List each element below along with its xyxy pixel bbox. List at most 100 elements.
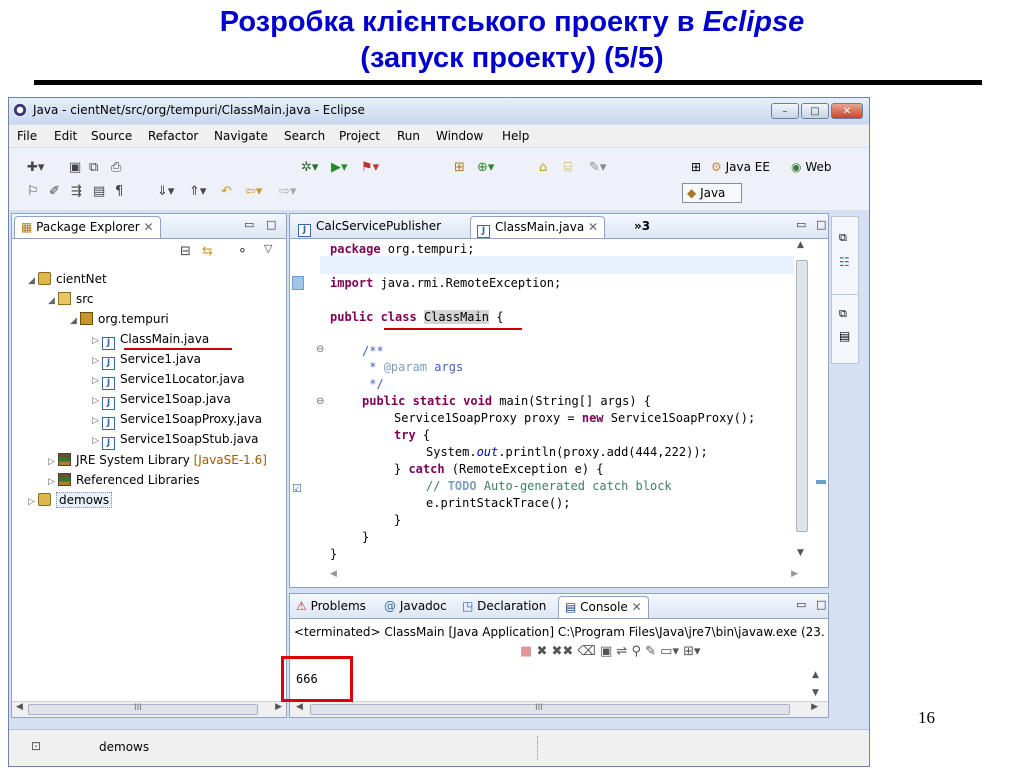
code-line[interactable]: } bbox=[362, 530, 369, 544]
remove-all-launches-icon[interactable]: ✖✖ bbox=[551, 644, 573, 659]
remove-launch-icon[interactable]: ✖ bbox=[536, 644, 547, 659]
code-line[interactable]: package org.tempuri; bbox=[330, 242, 475, 256]
editor-vscroll[interactable]: ▲ ▼ bbox=[794, 240, 810, 560]
new-icon[interactable]: ✚▾ bbox=[27, 160, 44, 175]
forward-icon[interactable]: ⇨▾ bbox=[279, 184, 296, 199]
perspective-java[interactable]: ◆ Java bbox=[682, 183, 742, 203]
tree-item[interactable]: ▷ demows bbox=[28, 492, 113, 508]
scroll-thumb[interactable]: III bbox=[310, 703, 790, 715]
tree-item[interactable]: ◢ src bbox=[48, 292, 94, 306]
tab-calcservicepublisher[interactable]: J CalcServicePublisher bbox=[292, 216, 447, 238]
code-line[interactable]: } catch (RemoteException e) { bbox=[394, 462, 604, 476]
view-menu-icon[interactable]: ▽ bbox=[264, 242, 272, 255]
show-stdout-icon[interactable]: ✎ bbox=[645, 644, 656, 659]
maximize-button[interactable]: □ bbox=[801, 103, 829, 119]
minimize-view-icon[interactable]: ▭ bbox=[244, 218, 254, 231]
code-line[interactable]: Service1SoapProxy proxy = new Service1So… bbox=[394, 411, 755, 425]
scroll-left-icon[interactable]: ◀ bbox=[296, 702, 303, 712]
code-line[interactable]: public class ClassMain { bbox=[330, 310, 503, 324]
ruler-marker[interactable] bbox=[816, 480, 826, 484]
new-class-icon[interactable]: ⊕▾ bbox=[477, 160, 494, 175]
tab-javadoc[interactable]: @ Javadoc bbox=[378, 596, 453, 618]
close-button[interactable]: ✕ bbox=[831, 103, 863, 119]
package-explorer-hscroll[interactable]: ◀ III ▶ bbox=[12, 701, 286, 717]
save-icon[interactable]: ▣ bbox=[69, 160, 81, 175]
code-line[interactable]: System.out.println(proxy.add(444,222)); bbox=[426, 445, 708, 459]
menu-window[interactable]: Window bbox=[436, 129, 483, 143]
code-line[interactable]: e.printStackTrace(); bbox=[426, 496, 571, 510]
outline-icon[interactable]: ☷ bbox=[839, 255, 850, 269]
task-list-icon[interactable]: ▤ bbox=[839, 329, 850, 343]
tab-classmain[interactable]: J ClassMain.java ✕ bbox=[470, 216, 606, 238]
tree-item[interactable]: ▷ JRE System Library [JavaSE-1.6] bbox=[48, 453, 267, 467]
back-icon[interactable]: ⇦▾ bbox=[245, 184, 262, 199]
restore-icon[interactable]: ⧉ bbox=[839, 231, 847, 245]
tab-problems[interactable]: ⚠ Problems bbox=[290, 596, 372, 618]
minimize-view-icon[interactable]: ▭ bbox=[796, 598, 806, 611]
tab-overflow[interactable]: »3 bbox=[628, 216, 656, 238]
close-tab-icon[interactable]: ✕ bbox=[144, 220, 154, 234]
window-titlebar[interactable]: Java - cientNet/src/org/tempuri/ClassMai… bbox=[9, 98, 869, 124]
tree-item[interactable]: ▷ J Service1Soap.java bbox=[92, 392, 231, 410]
menu-refactor[interactable]: Refactor bbox=[148, 129, 198, 143]
tree-item[interactable]: ◢ cientNet bbox=[28, 272, 107, 286]
external-tools-icon[interactable]: ⚑▾ bbox=[361, 160, 379, 175]
debug-icon[interactable]: ✲▾ bbox=[301, 160, 318, 175]
tab-declaration[interactable]: ◳ Declaration bbox=[456, 596, 552, 618]
scroll-up-icon[interactable]: ▲ bbox=[812, 670, 819, 680]
open-perspective-icon[interactable]: ⊞ bbox=[691, 160, 701, 174]
tree-item[interactable]: ▷ J Service1Locator.java bbox=[92, 372, 245, 390]
prev-annotation-icon[interactable]: ⇑▾ bbox=[189, 184, 206, 199]
restore-icon[interactable]: ⧉ bbox=[839, 307, 847, 321]
code-line[interactable]: } bbox=[330, 547, 337, 561]
tree-item[interactable]: ▷ J Service1SoapProxy.java bbox=[92, 412, 262, 430]
code-line[interactable]: public static void main(String[] args) { bbox=[362, 394, 651, 408]
breadcrumb-icon[interactable]: ⇶ bbox=[71, 184, 82, 199]
menu-file[interactable]: File bbox=[17, 129, 37, 143]
new-package-icon[interactable]: ⊞ bbox=[454, 160, 465, 175]
code-line[interactable]: try { bbox=[394, 428, 430, 442]
tree-item[interactable]: ▷ Referenced Libraries bbox=[48, 473, 200, 487]
word-wrap-icon[interactable]: ⇌ bbox=[616, 644, 627, 659]
collapse-all-icon[interactable]: ⊟ bbox=[180, 244, 191, 259]
last-edit-icon[interactable]: ↶ bbox=[221, 184, 232, 199]
toggle-mark-icon[interactable]: ⚐ bbox=[27, 184, 39, 199]
new-console-icon[interactable]: ⊞▾ bbox=[683, 644, 700, 659]
code-line[interactable]: } bbox=[394, 513, 401, 527]
scroll-right-icon[interactable]: ▶ bbox=[811, 702, 818, 712]
filter-icon[interactable]: ⚬ bbox=[237, 244, 248, 259]
scroll-thumb[interactable] bbox=[796, 260, 808, 532]
console-vscroll[interactable]: ▲ ▼ bbox=[810, 670, 826, 702]
clear-console-icon[interactable]: ⌫ bbox=[577, 644, 595, 659]
print-icon[interactable]: ⎙ bbox=[111, 160, 121, 175]
menu-navigate[interactable]: Navigate bbox=[214, 129, 268, 143]
highlight-icon[interactable]: ✐ bbox=[49, 184, 60, 199]
code-line[interactable]: /** bbox=[362, 344, 384, 358]
tab-package-explorer[interactable]: ▦ Package Explorer ✕ bbox=[14, 216, 161, 238]
tree-item[interactable]: ▷ J Service1.java bbox=[92, 352, 201, 370]
menu-edit[interactable]: Edit bbox=[54, 129, 77, 143]
pin-console-icon[interactable]: ⚲ bbox=[631, 644, 641, 659]
menu-run[interactable]: Run bbox=[397, 129, 420, 143]
link-editor-icon[interactable]: ⇆ bbox=[202, 244, 213, 259]
run-icon[interactable]: ▶▾ bbox=[331, 160, 348, 175]
scroll-up-icon[interactable]: ▲ bbox=[797, 240, 804, 250]
code-line[interactable]: import java.rmi.RemoteException; bbox=[330, 276, 561, 290]
block-select-icon[interactable]: ▤ bbox=[93, 184, 105, 199]
scroll-down-icon[interactable]: ▼ bbox=[797, 548, 804, 558]
show-whitespace-icon[interactable]: ¶ bbox=[115, 184, 123, 199]
tree-item[interactable]: ◢ org.tempuri bbox=[70, 312, 169, 326]
maximize-view-icon[interactable]: □ bbox=[266, 218, 276, 231]
menu-source[interactable]: Source bbox=[91, 129, 132, 143]
open-folder-icon[interactable]: ⌸ bbox=[564, 160, 572, 175]
scroll-right-icon[interactable]: ▶ bbox=[791, 569, 798, 579]
scroll-thumb[interactable]: III bbox=[28, 703, 258, 715]
scroll-down-icon[interactable]: ▼ bbox=[812, 688, 819, 698]
tree-item[interactable]: ▷ J Service1SoapStub.java bbox=[92, 432, 258, 450]
maximize-view-icon[interactable]: □ bbox=[816, 218, 826, 231]
minimize-view-icon[interactable]: ▭ bbox=[796, 218, 806, 231]
tab-console[interactable]: ▤ Console ✕ bbox=[558, 596, 649, 618]
fold-icon[interactable]: ⊖ bbox=[316, 396, 324, 407]
minimize-button[interactable]: – bbox=[771, 103, 799, 119]
display-console-icon[interactable]: ▭▾ bbox=[660, 644, 679, 659]
